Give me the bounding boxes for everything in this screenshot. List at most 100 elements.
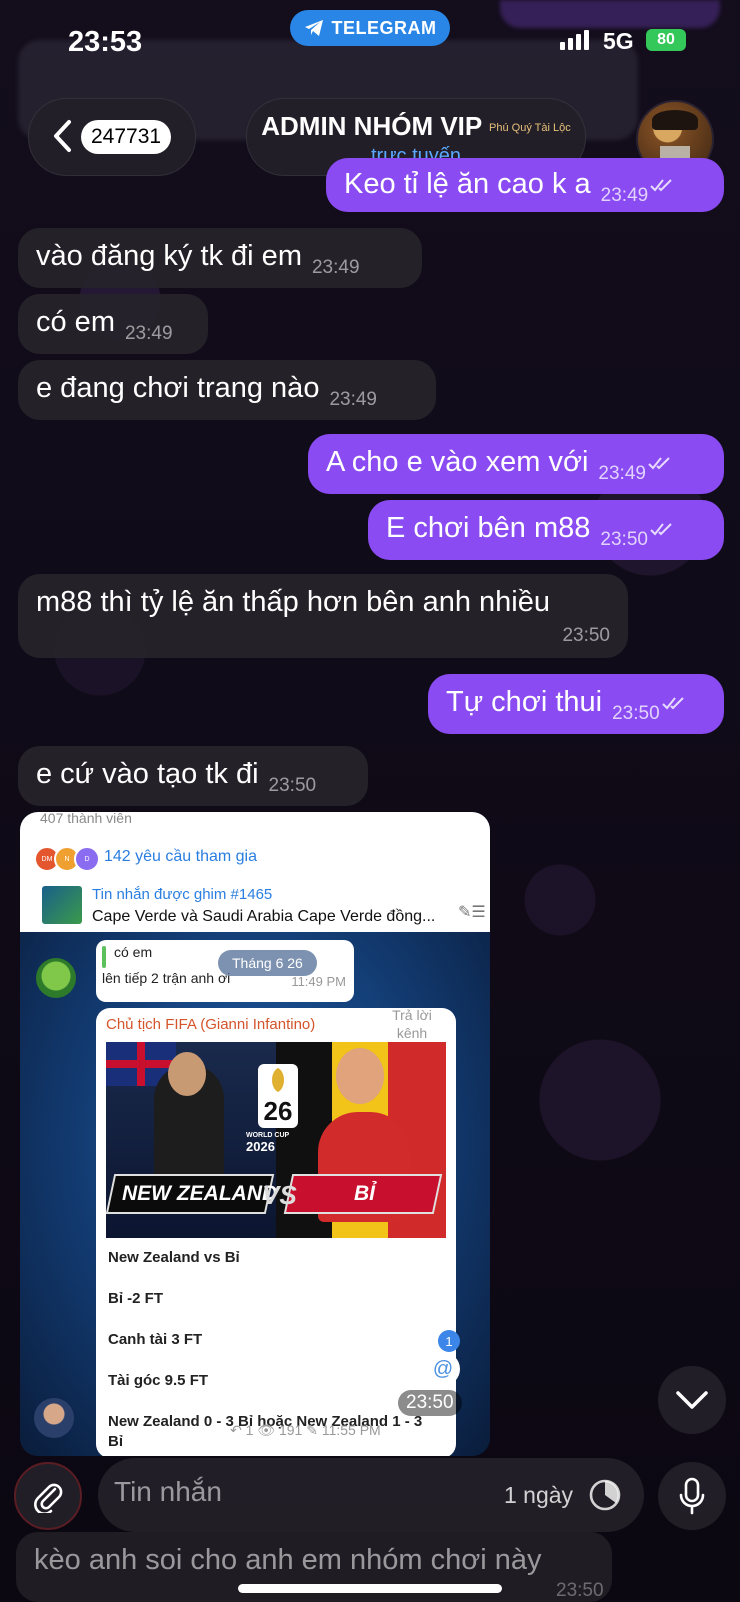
message-bubble-incoming[interactable]: có em 23:49: [18, 294, 208, 354]
message-text: e đang chơi trang nào: [36, 372, 320, 404]
telegram-pill-label: TELEGRAM: [331, 17, 437, 38]
auto-delete-timer-icon[interactable]: [588, 1478, 622, 1512]
team-right-name: BỈ: [354, 1182, 375, 1205]
status-bar: 23:53 TELEGRAM 5G 80: [0, 0, 740, 80]
ghost-message-text: kèo anh soi cho anh em nhóm chơi này: [34, 1544, 542, 1576]
message-bubble-outgoing[interactable]: Keo tỉ lệ ăn cao k a 23:49: [326, 158, 724, 212]
pinned-thumbnail: [42, 886, 82, 924]
frog-avatar: [36, 958, 76, 998]
svg-text:26: 26: [264, 1096, 293, 1126]
post-line: Tài góc 9.5 FT: [108, 1372, 209, 1389]
unread-count-badge: 247731: [81, 120, 172, 154]
message-bubble-outgoing[interactable]: E chơi bên m88 23:50: [368, 500, 724, 560]
post-line: Canh tài 3 FT: [108, 1331, 203, 1348]
forwarded-post: Chủ tịch FIFA (Gianni Infantino) Trả lời…: [96, 1008, 456, 1456]
status-time: 23:53: [68, 26, 143, 58]
message-time: 23:49: [600, 185, 649, 206]
message-text: vào đăng ký tk đi em: [36, 240, 302, 272]
post-stats: ↶ 1 👁 191 ✎ 11:55 PM: [230, 1422, 381, 1438]
versus-label: VS: [262, 1180, 297, 1210]
post-line: Bỉ -2 FT: [108, 1290, 163, 1307]
microphone-icon: [679, 1477, 705, 1515]
message-bubble-incoming[interactable]: e đang chơi trang nào 23:49: [18, 360, 436, 420]
telegram-plane-icon: [304, 20, 323, 36]
avatar-hat: [652, 110, 698, 130]
post-line: New Zealand vs Bỉ: [108, 1249, 240, 1266]
battery-level: 80: [657, 31, 675, 48]
reply-quote-bar: [102, 946, 106, 968]
chevron-down-icon: [676, 1391, 708, 1409]
world-cup-logo: 26: [258, 1064, 298, 1128]
belgium-player-head: [336, 1048, 384, 1104]
double-check-icon: [661, 697, 684, 710]
message-time: 23:49: [124, 323, 173, 344]
image-message-time: 23:50: [398, 1390, 462, 1416]
pinned-label: Tin nhắn được ghim #1465: [92, 886, 273, 903]
message-text: Tự chơi thui: [446, 686, 603, 718]
double-check-icon: [650, 523, 672, 536]
message-time: 23:50: [562, 625, 610, 646]
world-cup-label: WORLD CUP: [246, 1132, 290, 1139]
message-time: 23:50: [268, 775, 317, 796]
microphone-button[interactable]: [658, 1462, 726, 1530]
post-author: Chủ tịch FIFA (Gianni Infantino): [106, 1016, 316, 1033]
member-count: 407 thành viên: [40, 812, 132, 826]
mention-icon: @: [426, 1352, 460, 1386]
back-button[interactable]: 247731: [28, 98, 196, 176]
world-cup-year-text: 2026: [246, 1139, 275, 1154]
image-message[interactable]: 407 thành viên DM N D 142 yêu cầu tham g…: [20, 812, 490, 1456]
paperclip-icon: [34, 1483, 63, 1513]
chat-title-text: ADMIN NHÓM VIP: [261, 111, 482, 141]
telegram-pill[interactable]: TELEGRAM: [290, 10, 450, 46]
nz-player-head: [168, 1052, 206, 1096]
message-time: 23:50: [612, 703, 660, 724]
join-requests: 142 yêu cầu tham gia: [104, 848, 257, 865]
battery-icon: 80: [646, 29, 686, 51]
message-text: Keo tỉ lệ ăn cao k a: [344, 168, 591, 200]
home-indicator: [238, 1584, 502, 1593]
ghost-message-time: 23:50: [556, 1580, 604, 1601]
reply-quote-text: có em: [114, 944, 153, 960]
message-text: A cho e vào xem với: [326, 446, 589, 478]
double-check-icon: [650, 179, 672, 192]
pinned-text: Cape Verde và Saudi Arabia Cape Verde đồ…: [92, 908, 436, 925]
screenshot-group-header: 407 thành viên DM N D 142 yêu cầu tham g…: [20, 812, 490, 932]
message-text: m88 thì tỷ lệ ăn thấp hơn bên anh nhiều: [36, 586, 550, 618]
message-text: E chơi bên m88: [386, 512, 591, 544]
world-cup-year: WORLD CUP 2026: [246, 1132, 289, 1154]
date-chip: Tháng 6 26: [218, 950, 317, 976]
reply-channel-label: Trả lời kênh: [392, 1008, 432, 1041]
message-bubble-outgoing[interactable]: Tự chơi thui 23:50: [428, 674, 724, 734]
message-time: 23:50: [600, 529, 648, 550]
custom-emoji: Phú Quý Tài Lộc: [489, 122, 571, 135]
message-bubble-incoming[interactable]: e cứ vào tạo tk đi 23:50: [18, 746, 368, 806]
auto-delete-label: 1 ngày: [504, 1482, 574, 1508]
message-bubble-outgoing[interactable]: A cho e vào xem với 23:49: [308, 434, 724, 494]
message-time: 23:49: [311, 257, 360, 278]
message-bubble-incoming[interactable]: m88 thì tỷ lệ ăn thấp hơn bên anh nhiều …: [18, 574, 628, 658]
versus-bar: NEW ZEALAND VS BỈ: [106, 1174, 443, 1214]
network-type: 5G: [603, 28, 634, 54]
match-banner: 26 WORLD CUP 2026 NEW ZEALAND VS BỈ: [106, 1042, 446, 1238]
reply-message: lên tiếp 2 trận anh ơi: [102, 970, 231, 986]
message-text: có em: [36, 306, 115, 338]
mention-count-badge: 1: [438, 1330, 460, 1352]
input-placeholder: Tin nhắn: [114, 1476, 222, 1507]
chat-title: ADMIN NHÓM VIP Phú Quý Tài Lộc: [247, 111, 585, 142]
scroll-down-button[interactable]: [658, 1366, 726, 1434]
reply-time: 11:49 PM: [291, 974, 346, 989]
mini-avatar: D: [74, 846, 100, 872]
pin-list-icon: ✎☰: [458, 904, 486, 921]
message-time: 23:49: [598, 463, 646, 484]
message-bubble-incoming[interactable]: vào đăng ký tk đi em 23:49: [18, 228, 422, 288]
message-time: 23:49: [329, 389, 377, 410]
team-left-name: NEW ZEALAND: [122, 1182, 278, 1205]
request-avatars: DM N D: [34, 846, 100, 872]
admin-avatar: [34, 1398, 74, 1438]
double-check-icon: [648, 457, 670, 470]
chevron-left-icon: [54, 120, 71, 152]
attach-button[interactable]: [14, 1462, 82, 1530]
message-input[interactable]: Tin nhắn 1 ngày: [98, 1458, 644, 1532]
message-text: e cứ vào tạo tk đi: [36, 758, 259, 790]
signal-icon: [560, 30, 589, 50]
